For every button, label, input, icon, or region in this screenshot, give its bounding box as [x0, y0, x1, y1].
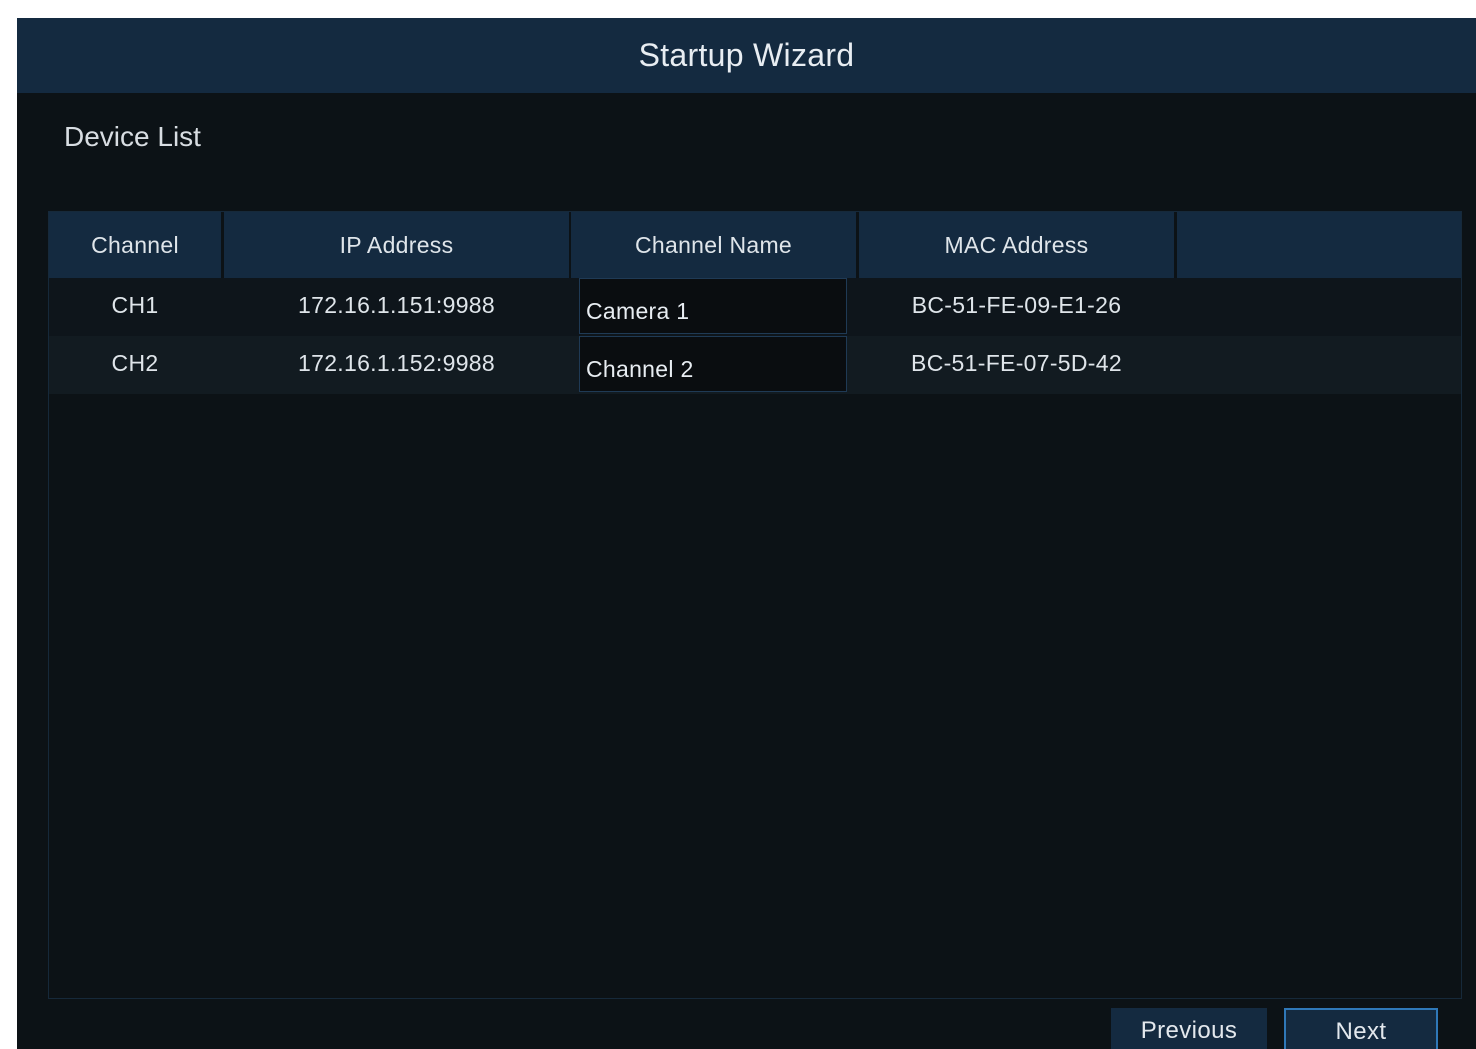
column-header-mac-address: MAC Address: [859, 212, 1174, 278]
table-header: Channel IP Address Channel Name MAC Addr…: [49, 212, 1461, 278]
next-button[interactable]: Next: [1284, 1008, 1438, 1049]
section-title: Device List: [64, 121, 201, 152]
previous-button[interactable]: Previous: [1111, 1008, 1267, 1049]
cell-mac-address: BC-51-FE-07-5D-42: [911, 350, 1122, 376]
cell-ip-address: 172.16.1.152:9988: [298, 350, 495, 376]
cell-channel: CH2: [111, 350, 159, 376]
column-header-channel: Channel: [49, 212, 221, 278]
cell-channel: CH1: [111, 292, 159, 318]
cell-mac-address: BC-51-FE-09-E1-26: [911, 292, 1122, 318]
cell-ip-address: 172.16.1.151:9988: [298, 292, 495, 318]
table-row[interactable]: CH2 172.16.1.152:9988 Channel 2 BC-51-FE…: [49, 336, 1461, 394]
column-header-empty: [1177, 212, 1461, 278]
table-row[interactable]: CH1 172.16.1.151:9988 Camera 1 BC-51-FE-…: [49, 278, 1461, 336]
column-header-channel-name: Channel Name: [571, 212, 856, 278]
column-header-ip-address: IP Address: [224, 212, 569, 278]
device-list-table: Channel IP Address Channel Name MAC Addr…: [48, 211, 1462, 999]
channel-name-input[interactable]: Camera 1: [579, 278, 847, 334]
startup-wizard-window: Startup Wizard Device List Channel IP Ad…: [17, 18, 1476, 1049]
channel-name-input[interactable]: Channel 2: [579, 336, 847, 392]
window-title: Startup Wizard: [17, 18, 1476, 93]
